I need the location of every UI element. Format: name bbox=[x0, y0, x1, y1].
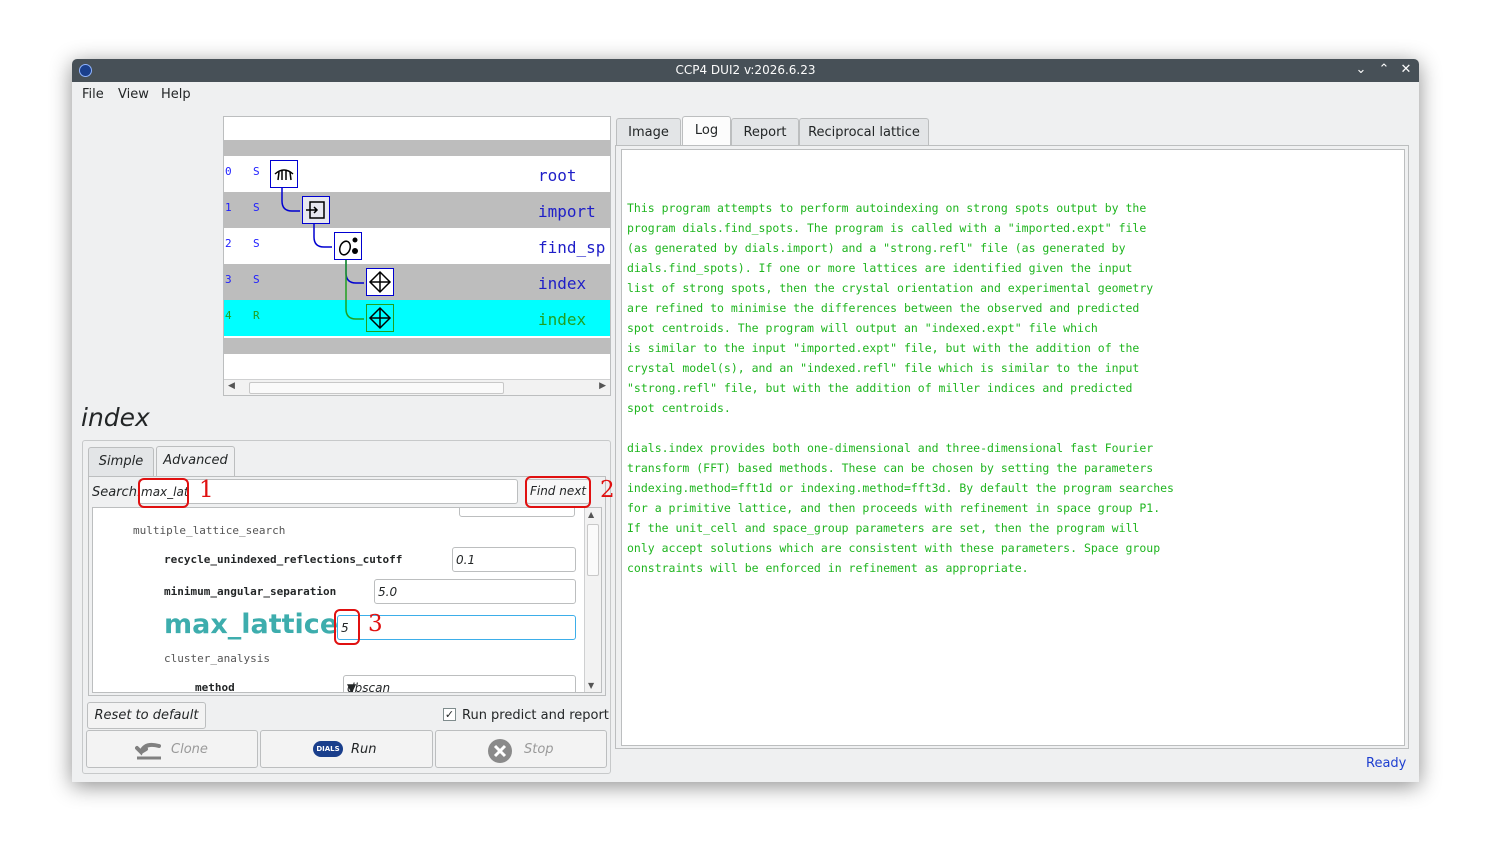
index-node-icon[interactable] bbox=[366, 268, 394, 296]
run-predict-checkbox[interactable]: ✓ bbox=[443, 708, 456, 721]
dials-logo-icon: DIALS bbox=[313, 741, 343, 757]
annotation-box-search bbox=[138, 478, 189, 508]
log-line: (as generated by dials.import) and a "st… bbox=[627, 241, 1126, 255]
root-node-icon[interactable] bbox=[270, 160, 298, 188]
params-scroll-area[interactable]: multiple_lattice_search recycle_unindexe… bbox=[92, 507, 602, 693]
log-line: constraints will be enforced in refineme… bbox=[627, 561, 1029, 575]
chevron-down-icon: ▼ bbox=[347, 681, 357, 693]
group-multiple-lattice-search: multiple_lattice_search bbox=[133, 524, 286, 537]
minimize-icon[interactable]: ⌄ bbox=[1352, 61, 1370, 79]
scrollbar-thumb[interactable] bbox=[249, 382, 504, 394]
method-label: method bbox=[195, 681, 235, 693]
log-line: dials.index provides both one-dimensiona… bbox=[627, 441, 1154, 455]
annotation-number-2: 2 bbox=[600, 477, 615, 503]
log-line: for a primitive lattice, and then procee… bbox=[627, 501, 1161, 515]
min-angular-separation-input[interactable]: 5.0 bbox=[374, 579, 576, 604]
log-line: only accept solutions which are consiste… bbox=[627, 541, 1161, 555]
min-angular-separation-value: 5.0 bbox=[378, 585, 398, 599]
status-label: Ready bbox=[1366, 756, 1407, 771]
scroll-left-icon[interactable]: ◀ bbox=[228, 381, 235, 391]
menu-help[interactable]: Help bbox=[161, 87, 191, 102]
step-title: index bbox=[81, 403, 150, 432]
import-node-icon[interactable] bbox=[302, 196, 330, 224]
index-node-icon-selected[interactable] bbox=[366, 304, 394, 332]
tab-log[interactable]: Log bbox=[682, 116, 731, 147]
log-line: is similar to the input "imported.expt" … bbox=[627, 341, 1140, 355]
run-button[interactable]: DIALS Run bbox=[260, 730, 433, 768]
annotation-number-1: 1 bbox=[199, 477, 214, 503]
tab-report[interactable]: Report bbox=[731, 118, 799, 147]
log-line: are refined to minimise the differences … bbox=[627, 301, 1140, 315]
recycle-cutoff-value: 0.1 bbox=[456, 553, 476, 567]
stop-label: Stop bbox=[524, 742, 554, 757]
reset-to-default-button[interactable]: Reset to default bbox=[87, 702, 206, 729]
clone-button[interactable]: Clone bbox=[86, 730, 258, 768]
menu-bar: File View Help bbox=[72, 82, 1419, 106]
scroll-right-icon[interactable]: ▶ bbox=[599, 381, 606, 391]
clone-arrow-icon bbox=[135, 742, 161, 760]
history-tree-panel[interactable]: 0 S root 1 S import 2 S find_sp 3 S inde… bbox=[223, 116, 611, 396]
tree-connectors bbox=[281, 188, 364, 320]
scrollbar-thumb[interactable] bbox=[587, 524, 599, 576]
log-line: dials.find_spots). If one or more lattic… bbox=[627, 261, 1133, 275]
tab-image[interactable]: Image bbox=[616, 118, 681, 147]
menu-view[interactable]: View bbox=[118, 87, 149, 102]
maximize-icon[interactable]: ⌃ bbox=[1375, 61, 1393, 79]
log-line: If the unit_cell and space_group paramet… bbox=[627, 521, 1140, 535]
log-line: transform (FFT) based methods. These can… bbox=[627, 461, 1154, 475]
close-icon[interactable]: ✕ bbox=[1397, 61, 1415, 79]
stop-button[interactable]: Stop bbox=[435, 730, 607, 768]
log-line: list of strong spots, then the crystal o… bbox=[627, 281, 1154, 295]
scroll-down-icon[interactable]: ▼ bbox=[588, 681, 594, 690]
log-line: spot centroids. bbox=[627, 401, 731, 415]
log-text: This program attempts to perform autoind… bbox=[627, 198, 1174, 578]
log-line: crystal model(s), and an "indexed.refl" … bbox=[627, 361, 1140, 375]
clone-label: Clone bbox=[171, 742, 208, 757]
log-line: "strong.refl" file, but with the additio… bbox=[627, 381, 1133, 395]
method-select[interactable]: dbscan ▼ bbox=[343, 675, 576, 693]
log-line: program dials.find_spots. The program is… bbox=[627, 221, 1147, 235]
tree-horizontal-scrollbar[interactable]: ◀ ▶ bbox=[224, 379, 610, 395]
tab-advanced[interactable]: Advanced bbox=[156, 446, 235, 477]
min-angular-separation-label: minimum_angular_separation bbox=[164, 585, 337, 598]
stop-icon bbox=[488, 739, 512, 763]
max-lattices-label-highlighted: max_lattices bbox=[164, 609, 355, 640]
find-spots-node-icon[interactable] bbox=[334, 232, 362, 260]
window-title: CCP4 DUI2 v:2026.6.23 bbox=[675, 63, 816, 77]
clipped-param-field[interactable] bbox=[459, 508, 575, 517]
menu-file[interactable]: File bbox=[82, 87, 104, 102]
run-label: Run bbox=[351, 742, 377, 757]
scroll-up-icon[interactable]: ▲ bbox=[588, 510, 594, 519]
log-text-area[interactable]: This program attempts to perform autoind… bbox=[621, 149, 1405, 746]
recycle-cutoff-label: recycle_unindexed_reflections_cutoff bbox=[164, 553, 403, 566]
run-predict-label: Run predict and report bbox=[462, 708, 609, 723]
tab-simple[interactable]: Simple bbox=[88, 447, 154, 476]
annotation-box-find-next bbox=[525, 476, 591, 508]
tab-reciprocal-lattice[interactable]: Reciprocal lattice bbox=[799, 118, 929, 147]
annotation-box-max-lattices bbox=[334, 609, 360, 645]
group-cluster-analysis: cluster_analysis bbox=[164, 652, 270, 665]
log-line: This program attempts to perform autoind… bbox=[627, 201, 1147, 215]
annotation-number-3: 3 bbox=[368, 611, 383, 637]
params-vertical-scrollbar[interactable]: ▲ ▼ bbox=[584, 508, 601, 692]
log-line: spot centroids. The program will output … bbox=[627, 321, 1098, 335]
log-line: indexing.method=fft1d or indexing.method… bbox=[627, 481, 1174, 495]
recycle-cutoff-input[interactable]: 0.1 bbox=[452, 547, 576, 572]
app-window: CCP4 DUI2 v:2026.6.23 ⌄ ⌃ ✕ File View He… bbox=[72, 59, 1419, 782]
search-label: Search: bbox=[92, 485, 142, 500]
title-bar: CCP4 DUI2 v:2026.6.23 ⌄ ⌃ ✕ bbox=[72, 59, 1419, 82]
search-input[interactable]: max_lat bbox=[138, 479, 518, 504]
